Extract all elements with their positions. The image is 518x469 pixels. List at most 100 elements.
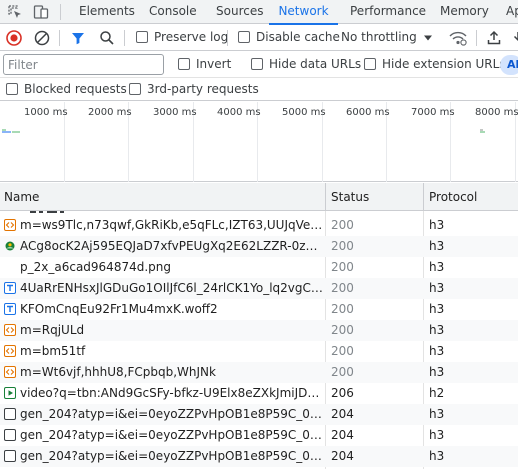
overview-tick-label: 5000 ms — [282, 107, 326, 118]
request-name: p_2x_a6cad964874d.png — [20, 260, 171, 274]
request-name: gen_204?atyp=i&ei=0eyoZZPvHpOB1e8P59C_0A… — [20, 407, 324, 421]
font-icon — [4, 303, 16, 315]
import-har-icon[interactable] — [485, 29, 503, 47]
script-icon — [4, 219, 16, 231]
table-row[interactable]: m=bm51tf 200 h3 — [0, 341, 518, 362]
overview-tick-label: 6000 ms — [346, 107, 390, 118]
request-name: KFOmCnqEu92Fr1Mu4mxK.woff2 — [20, 302, 218, 316]
preserve-log-label: Preserve log — [154, 30, 229, 44]
request-protocol: h3 — [429, 344, 445, 358]
request-protocol: h3 — [429, 260, 445, 274]
blocked-filter-bar: Blocked requests 3rd-party requests — [0, 79, 518, 101]
script-icon — [4, 324, 16, 336]
overview-tick-label: 4000 ms — [217, 107, 261, 118]
preserve-log-checkbox[interactable] — [136, 31, 148, 43]
table-row[interactable]: m=RqjULd 200 h3 — [0, 320, 518, 341]
network-conditions-icon[interactable] — [448, 29, 468, 47]
request-status: 200 — [331, 323, 354, 337]
table-row[interactable]: p_2x_a6cad964874d.png 200 h3 — [0, 257, 518, 278]
column-header-status[interactable]: Status — [331, 183, 369, 211]
filter-bar: Invert Hide data URLs Hide extension URL… — [0, 52, 518, 78]
request-protocol: h2 — [429, 386, 445, 400]
toolbar-separator — [227, 30, 228, 46]
device-toolbar-icon[interactable] — [32, 3, 50, 21]
column-header-name[interactable]: Name — [4, 183, 39, 211]
blocked-requests-label: Blocked requests — [24, 82, 127, 96]
requests-table-body: m=ws9Tlc,n73qwf,GkRiKb,e5qFLc,IZT63,UUJq… — [0, 211, 518, 469]
invert-label: Invert — [196, 57, 232, 71]
table-row[interactable]: gen_204?atyp=i&ei=0eyoZZPvHpOB1e8P59C_0A… — [0, 425, 518, 446]
tab-network[interactable]: Network — [269, 0, 338, 25]
overview-tick-label: 7000 ms — [411, 107, 455, 118]
font-icon — [4, 282, 16, 294]
overview-request-bar — [12, 131, 20, 133]
network-overview[interactable]: 1000 ms 2000 ms 3000 ms 4000 ms 5000 ms … — [0, 102, 518, 182]
document-icon — [4, 429, 16, 441]
request-name: m=bm51tf — [20, 344, 86, 358]
tab-network-label: Network — [278, 4, 329, 18]
request-status: 200 — [331, 239, 354, 253]
toolbar-separator — [59, 30, 60, 46]
table-row[interactable]: m=Wt6vjf,hhhU8,FCpbqb,WhJNk 200 h3 — [0, 362, 518, 383]
request-name: m=Wt6vjf,hhhU8,FCpbqb,WhJNk — [20, 365, 216, 379]
column-header-protocol[interactable]: Protocol — [429, 183, 477, 211]
table-row[interactable]: 4UaRrENHsxJlGDuGo1OIlJfC6l_24rlCK1Yo_lq2… — [0, 278, 518, 299]
table-row[interactable]: m=ws9Tlc,n73qwf,GkRiKb,e5qFLc,IZT63,UUJq… — [0, 215, 518, 236]
tab-application[interactable]: Ap — [506, 0, 518, 24]
request-name: gen_204?atyp=i&ei=0eyoZZPvHpOB1e8P59C_0A… — [20, 449, 324, 463]
overview-tick-label: 8000 ms — [475, 107, 518, 118]
tab-performance[interactable]: Performance — [350, 0, 426, 24]
table-row[interactable]: gen_204?atyp=i&ei=0eyoZZPvHpOB1e8P59C_0A… — [0, 446, 518, 467]
blocked-requests-checkbox[interactable] — [6, 83, 18, 95]
invert-checkbox[interactable] — [178, 58, 190, 70]
request-status: 200 — [331, 260, 354, 274]
request-protocol: h3 — [429, 449, 445, 463]
table-row[interactable]: video?q=tbn:ANd9GcSFy-bfkz-U9Elx8eZXkJmi… — [0, 383, 518, 404]
export-har-icon[interactable] — [509, 29, 518, 47]
toolbar-separator — [124, 30, 125, 46]
record-stop-icon[interactable] — [5, 29, 23, 47]
request-status: 204 — [331, 407, 354, 421]
chevron-down-icon[interactable] — [423, 34, 433, 42]
overview-tick-label: 1000 ms — [24, 107, 68, 118]
request-protocol: h3 — [429, 281, 445, 295]
hide-data-urls-checkbox[interactable] — [251, 58, 263, 70]
tab-separator — [60, 4, 61, 20]
table-row[interactable]: gen_204?atyp=i&ei=0eyoZZPvHpOB1e8P59C_0A… — [0, 404, 518, 425]
tab-console[interactable]: Console — [149, 0, 197, 24]
clear-icon[interactable] — [33, 29, 51, 47]
network-toolbar: Preserve log Disable cache No throttling — [0, 25, 518, 51]
overview-request-bar — [480, 131, 485, 133]
throttling-select[interactable]: No throttling — [341, 30, 417, 44]
request-status: 200 — [331, 218, 354, 232]
request-status: 200 — [331, 281, 354, 295]
request-protocol: h3 — [429, 407, 445, 421]
third-party-requests-checkbox[interactable] — [129, 83, 141, 95]
tab-memory[interactable]: Memory — [440, 0, 489, 24]
filter-input[interactable] — [3, 54, 164, 75]
column-divider[interactable] — [423, 183, 424, 210]
tab-sources[interactable]: Sources — [216, 0, 263, 24]
filter-all-button[interactable]: All — [500, 55, 518, 75]
table-row[interactable]: ACg8ocK2Aj595EQJaD7xfvPEUgXq2E62LZZR-0zN… — [0, 236, 518, 257]
table-row[interactable]: KFOmCnqEu92Fr1Mu4mxK.woff2 200 h3 — [0, 299, 518, 320]
hide-extension-urls-checkbox[interactable] — [364, 58, 376, 70]
script-icon — [4, 345, 16, 357]
search-icon[interactable] — [98, 29, 116, 47]
tab-elements[interactable]: Elements — [79, 0, 135, 24]
request-name: ACg8ocK2Aj595EQJaD7xfvPEUgXq2E62LZZR-0zN… — [20, 239, 324, 253]
column-divider[interactable] — [325, 183, 326, 210]
inspect-element-icon[interactable] — [6, 3, 24, 21]
overview-request-bar — [2, 129, 6, 131]
hide-extension-urls-label: Hide extension URLs — [382, 57, 506, 71]
overview-tick-label: 2000 ms — [88, 107, 132, 118]
filter-icon[interactable] — [69, 29, 87, 47]
disable-cache-checkbox[interactable] — [238, 31, 250, 43]
request-name: m=ws9Tlc,n73qwf,GkRiKb,e5qFLc,IZT63,UUJq… — [20, 218, 324, 232]
document-icon — [4, 450, 16, 462]
request-protocol: h3 — [429, 218, 445, 232]
request-name: m=RqjULd — [20, 323, 85, 337]
request-name: gen_204?atyp=i&ei=0eyoZZPvHpOB1e8P59C_0A… — [20, 428, 324, 442]
overview-request-bar — [480, 129, 483, 131]
request-status: 200 — [331, 302, 354, 316]
